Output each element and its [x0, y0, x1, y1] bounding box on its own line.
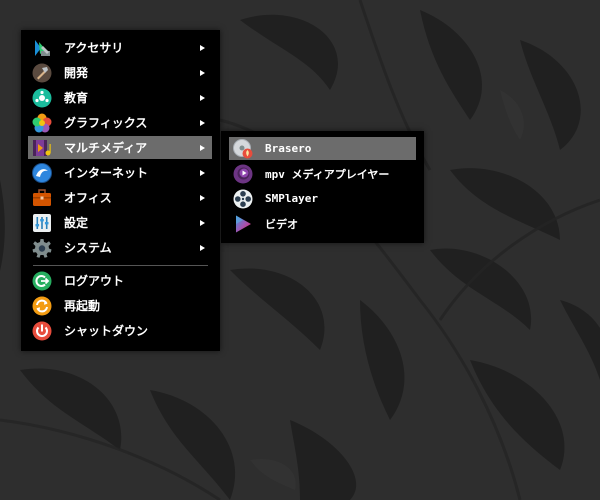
- submenu-arrow-icon: [200, 194, 205, 201]
- menu-item-label: グラフィックス: [64, 116, 148, 130]
- submenu-item-label: ビデオ: [265, 217, 298, 231]
- submenu-arrow-icon: [200, 219, 205, 226]
- menu-item-label: マルチメディア: [64, 141, 148, 155]
- menu-item-shutdown[interactable]: シャットダウン: [28, 319, 212, 342]
- submenu-item-brasero[interactable]: Brasero: [229, 137, 416, 160]
- menu-item-label: アクセサリ: [64, 41, 124, 55]
- mpv-icon: [233, 164, 253, 183]
- submenu-arrow-icon: [200, 144, 205, 151]
- submenu-item-label: SMPlayer: [265, 192, 318, 205]
- restart-icon: [32, 296, 52, 315]
- submenu-item-smplayer[interactable]: SMPlayer: [229, 187, 416, 210]
- submenu-item-label: mpv メディアプレイヤー: [265, 167, 390, 181]
- submenu-arrow-icon: [200, 69, 205, 76]
- submenu-arrow-icon: [200, 119, 205, 126]
- menu-item-office[interactable]: オフィス: [28, 186, 212, 209]
- submenu-item-video[interactable]: ビデオ: [229, 212, 416, 235]
- menu-item-internet[interactable]: インターネット: [28, 161, 212, 184]
- menu-item-system[interactable]: システム: [28, 236, 212, 259]
- menu-item-label: インターネット: [64, 166, 149, 180]
- menu-item-education[interactable]: 教育: [28, 86, 212, 109]
- shutdown-icon: [32, 321, 52, 340]
- menu-item-graphics[interactable]: グラフィックス: [28, 111, 212, 134]
- education-icon: [32, 88, 52, 107]
- internet-icon: [32, 162, 52, 183]
- submenu-arrow-icon: [200, 244, 205, 251]
- menu-item-multimedia[interactable]: マルチメディア: [28, 136, 212, 159]
- logout-icon: [32, 271, 52, 290]
- video-icon: [236, 215, 251, 232]
- menu-item-logout[interactable]: ログアウト: [28, 269, 212, 292]
- submenu-item-mpv[interactable]: mpv メディアプレイヤー: [229, 162, 416, 185]
- accessories-icon: [35, 39, 50, 56]
- menu-item-label: シャットダウン: [64, 324, 149, 338]
- submenu-arrow-icon: [200, 44, 205, 51]
- submenu-item-label: Brasero: [265, 142, 312, 155]
- main-menu: アクセサリ 開発 教育 グラフィックス マルチメディア インターネット オフィス…: [21, 30, 220, 351]
- multimedia-submenu: Brasero mpv メディアプレイヤー SMPlayer ビデオ: [221, 131, 424, 243]
- brasero-icon: [233, 138, 253, 158]
- system-icon: [32, 238, 52, 258]
- menu-separator: [33, 265, 208, 266]
- settings-icon: [33, 213, 51, 232]
- menu-item-label: 再起動: [64, 299, 101, 313]
- menu-item-label: ログアウト: [64, 274, 125, 288]
- menu-item-restart[interactable]: 再起動: [28, 294, 212, 317]
- menu-item-label: 教育: [64, 91, 89, 105]
- submenu-arrow-icon: [200, 94, 205, 101]
- menu-item-development[interactable]: 開発: [28, 61, 212, 84]
- development-icon: [32, 63, 52, 82]
- menu-item-label: オフィス: [64, 191, 112, 205]
- menu-item-accessories[interactable]: アクセサリ: [28, 36, 212, 59]
- menu-item-settings[interactable]: 設定: [28, 211, 212, 234]
- menu-item-label: 設定: [64, 216, 89, 230]
- graphics-icon: [32, 113, 52, 132]
- menu-item-label: 開発: [64, 66, 89, 80]
- menu-item-label: システム: [64, 241, 112, 255]
- multimedia-icon: [33, 139, 51, 156]
- office-icon: [33, 188, 51, 206]
- submenu-arrow-icon: [200, 169, 205, 176]
- smplayer-icon: [233, 189, 253, 208]
